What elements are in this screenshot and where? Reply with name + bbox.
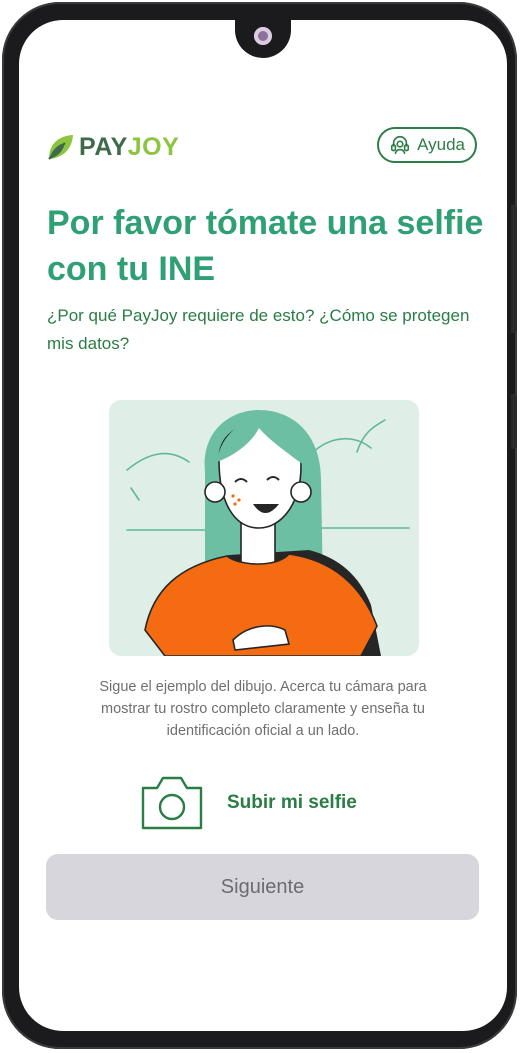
logo-text-pay: PAY [79,132,128,161]
instructions-text: Sigue el ejemplo del dibujo. Acerca tu c… [99,679,427,739]
logo-text: PAYJOY [79,133,179,162]
help-headset-icon [391,135,410,155]
camera-notch [235,20,291,58]
privacy-info-link[interactable]: ¿Por qué PayJoy requiere de esto? ¿Cómo … [47,302,487,358]
help-button[interactable]: Ayuda [377,127,477,163]
front-camera-icon [254,27,272,45]
camera-icon [141,776,203,830]
phone-frame: PAYJOY Ayuda Por favor tómate una selfie… [2,2,517,1049]
leaf-logo-icon [48,135,73,160]
help-label: Ayuda [417,135,465,154]
upload-selfie-label: Subir mi selfie [227,792,357,813]
logo-text-joy: JOY [127,132,180,161]
woman-selfie-drawing [126,410,410,656]
volume-button [511,205,517,333]
selfie-example-illustration [109,400,419,656]
power-button [511,394,517,449]
page-title: Por favor tómate una selfie con tu INE [47,204,484,288]
next-button[interactable]: Siguiente [46,854,479,920]
screen: PAYJOY Ayuda Por favor tómate una selfie… [19,20,507,1031]
upload-selfie-button[interactable]: Subir mi selfie [139,772,357,834]
payjoy-logo: PAYJOY [47,130,179,164]
header: PAYJOY Ayuda [47,127,479,164]
